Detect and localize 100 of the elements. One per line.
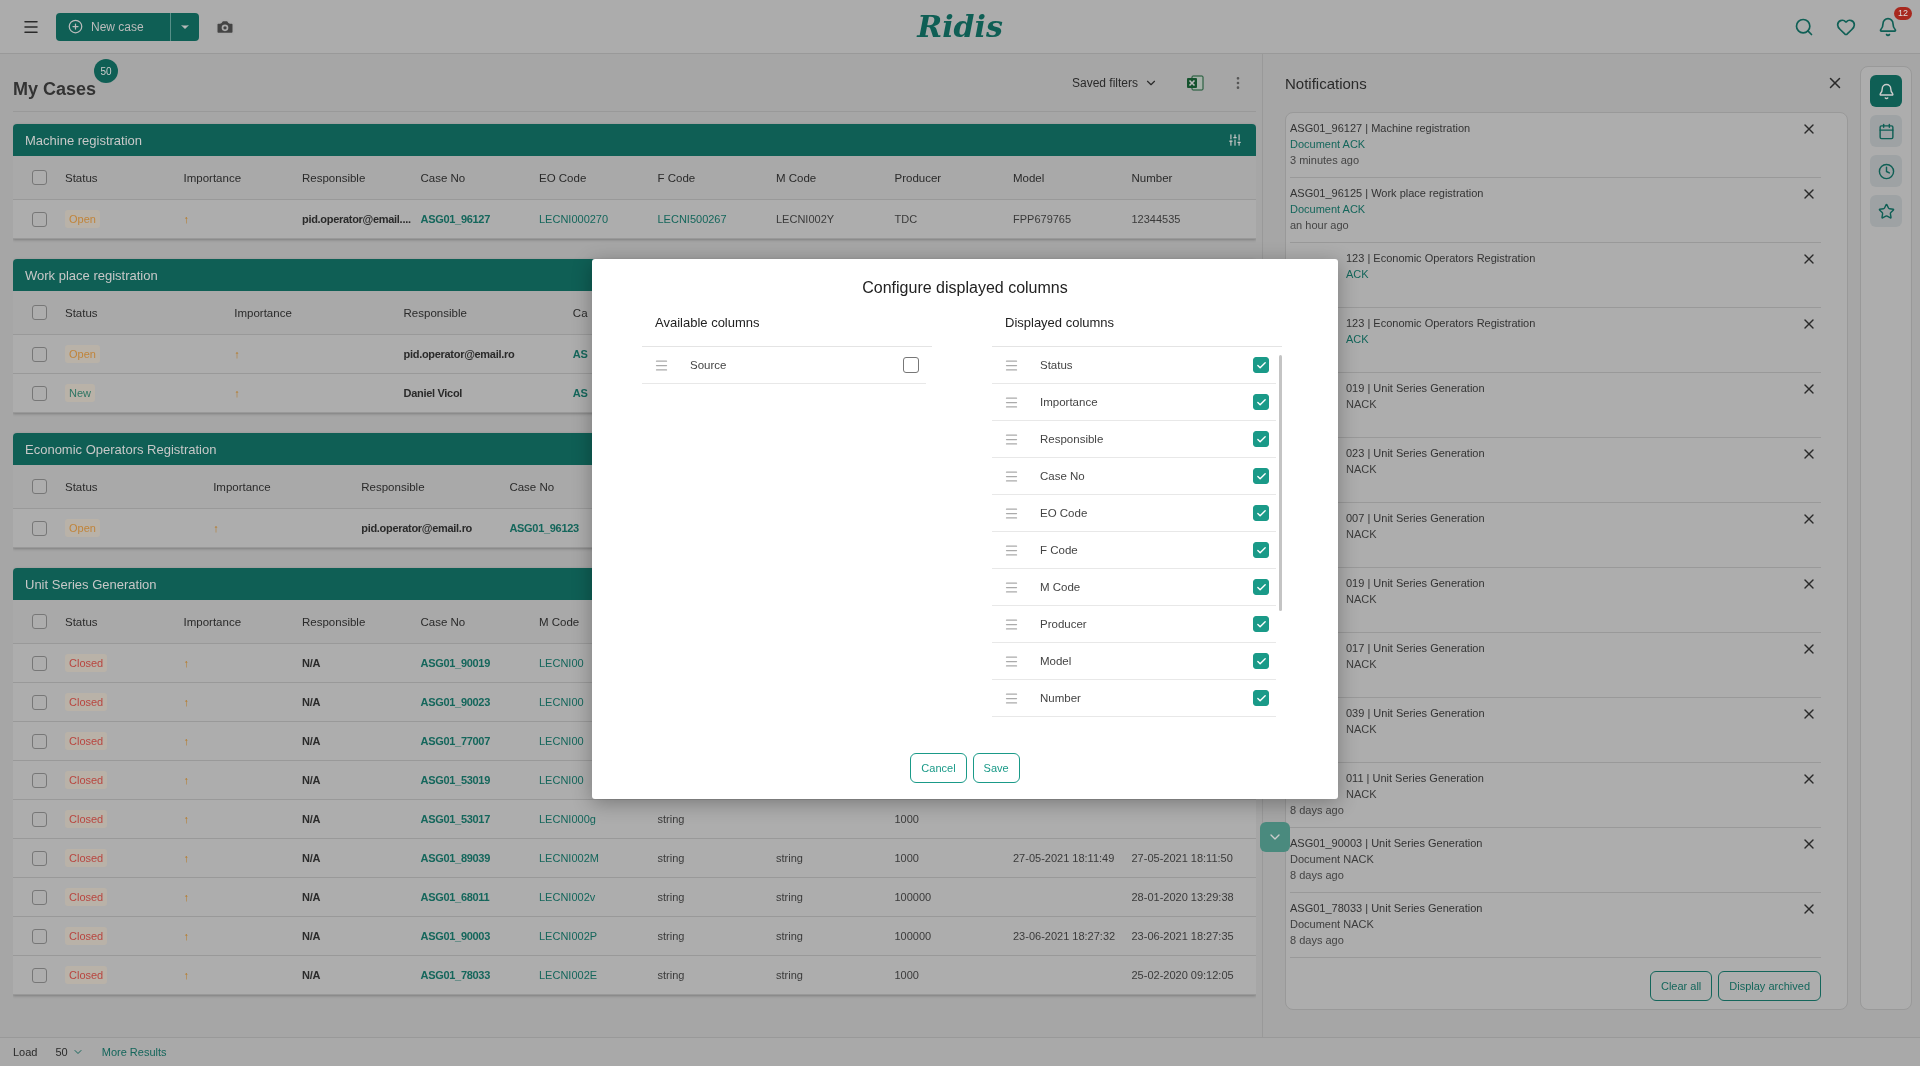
column-header[interactable]: Importance <box>183 171 242 184</box>
column-header[interactable]: Status <box>65 306 98 319</box>
save-button[interactable]: Save <box>972 753 1020 783</box>
drag-handle-icon[interactable] <box>654 357 669 373</box>
notification-title[interactable]: ASG01_78033 | Unit Series Generation <box>1290 901 1483 915</box>
column-header[interactable]: Ca <box>572 306 588 319</box>
checkbox[interactable] <box>1253 505 1269 521</box>
checkbox[interactable] <box>31 479 47 494</box>
saved-filters-dropdown[interactable]: Saved filters <box>1065 74 1164 91</box>
checkbox[interactable] <box>31 967 47 983</box>
checkbox[interactable] <box>31 811 47 827</box>
checkbox[interactable] <box>31 655 47 671</box>
calendar-icon[interactable] <box>1870 115 1902 147</box>
notification-title[interactable]: 023 | Unit Series Generation <box>1346 446 1485 460</box>
case-link[interactable]: AS <box>572 387 588 399</box>
new-case-button[interactable]: New case <box>56 12 199 41</box>
column-header[interactable]: M Code <box>776 171 817 184</box>
drag-handle-icon[interactable] <box>1004 579 1019 595</box>
notification-title[interactable]: 017 | Unit Series Generation <box>1346 641 1485 655</box>
checkbox[interactable] <box>31 305 47 320</box>
load-count-dropdown[interactable]: 50 <box>49 1045 90 1059</box>
spreadsheet-icon[interactable] <box>1186 73 1204 92</box>
column-header[interactable]: EO Code <box>539 171 587 184</box>
scroll-down-button[interactable] <box>1260 822 1290 852</box>
checkbox[interactable] <box>1253 579 1269 595</box>
more-results-link[interactable]: More Results <box>101 1046 167 1058</box>
notification-title[interactable]: 123 | Economic Operators Registration <box>1346 316 1536 330</box>
checkbox[interactable] <box>31 385 47 401</box>
checkbox[interactable] <box>1253 542 1269 558</box>
notification-title[interactable]: 019 | Unit Series Generation <box>1346 381 1485 395</box>
checkbox[interactable] <box>1253 431 1269 447</box>
column-header[interactable]: Responsible <box>302 171 366 184</box>
checkbox[interactable] <box>903 357 919 373</box>
drag-handle-icon[interactable] <box>1004 431 1019 447</box>
case-link[interactable]: ASG01_78033 <box>420 969 490 981</box>
checkbox[interactable] <box>31 733 47 749</box>
checkbox[interactable] <box>1253 653 1269 669</box>
checkbox[interactable] <box>31 520 47 536</box>
case-link[interactable]: ASG01_53019 <box>420 774 490 786</box>
panel-button[interactable]: Clear all <box>1649 971 1713 1001</box>
scrollbar[interactable] <box>1279 355 1282 611</box>
checkbox[interactable] <box>1253 468 1269 484</box>
case-link[interactable]: ASG01_90003 <box>420 930 490 942</box>
column-header[interactable]: Status <box>65 480 98 493</box>
notification-title[interactable]: 039 | Unit Series Generation <box>1346 706 1485 720</box>
drag-handle-icon[interactable] <box>1004 653 1019 669</box>
checkbox[interactable] <box>31 850 47 866</box>
drag-handle-icon[interactable] <box>1004 542 1019 558</box>
column-header[interactable]: Responsible <box>403 306 467 319</box>
drag-handle-icon[interactable] <box>1004 468 1019 484</box>
bell-icon[interactable] <box>1870 75 1902 107</box>
checkbox[interactable] <box>31 346 47 362</box>
checkbox[interactable] <box>1253 394 1269 410</box>
column-header[interactable]: F Code <box>657 171 696 184</box>
notification-title[interactable]: 007 | Unit Series Generation <box>1346 511 1485 525</box>
checkbox[interactable] <box>31 170 47 185</box>
checkbox[interactable] <box>31 772 47 788</box>
panel-button[interactable]: Display archived <box>1718 971 1821 1001</box>
column-header[interactable]: Case No <box>509 480 555 493</box>
case-link[interactable]: ASG01_53017 <box>420 813 490 825</box>
checkbox[interactable] <box>31 211 47 227</box>
column-header[interactable]: Status <box>65 171 98 184</box>
notification-title[interactable]: 123 | Economic Operators Registration <box>1346 251 1536 265</box>
checkbox[interactable] <box>31 614 47 629</box>
drag-handle-icon[interactable] <box>1004 616 1019 632</box>
case-link[interactable]: ASG01_96123 <box>509 522 579 534</box>
notification-title[interactable]: ASG01_90003 | Unit Series Generation <box>1290 836 1483 850</box>
column-header[interactable]: Importance <box>213 480 271 493</box>
drag-handle-icon[interactable] <box>1004 690 1019 706</box>
drag-handle-icon[interactable] <box>1004 505 1019 521</box>
clock-icon[interactable] <box>1870 155 1902 187</box>
cancel-button[interactable]: Cancel <box>910 753 967 783</box>
case-link[interactable]: AS <box>572 348 588 360</box>
notification-title[interactable]: 019 | Unit Series Generation <box>1346 576 1485 590</box>
column-header[interactable]: Case No <box>420 171 466 184</box>
column-header[interactable]: Importance <box>183 615 242 628</box>
case-link[interactable]: ASG01_96127 <box>420 213 490 225</box>
case-link[interactable]: ASG01_89039 <box>420 852 490 864</box>
drag-handle-icon[interactable] <box>1004 394 1019 410</box>
column-header[interactable]: Model <box>1013 171 1045 184</box>
checkbox[interactable] <box>1253 357 1269 373</box>
case-link[interactable]: ASG01_77007 <box>420 735 490 747</box>
column-header[interactable]: Importance <box>234 306 292 319</box>
drag-handle-icon[interactable] <box>1004 357 1019 373</box>
column-header[interactable]: Status <box>65 615 98 628</box>
case-link[interactable]: ASG01_90019 <box>420 657 490 669</box>
checkbox[interactable] <box>1253 616 1269 632</box>
checkbox[interactable] <box>31 889 47 905</box>
checkbox[interactable] <box>31 928 47 944</box>
column-header[interactable]: Producer <box>894 171 942 184</box>
column-header[interactable]: Case No <box>420 615 466 628</box>
checkbox[interactable] <box>31 694 47 710</box>
notification-title[interactable]: ASG01_96125 | Work place registration <box>1290 186 1484 200</box>
notification-title[interactable]: 011 | Unit Series Generation <box>1346 771 1484 785</box>
column-header[interactable]: Number <box>1131 171 1173 184</box>
checkbox[interactable] <box>1253 690 1269 706</box>
column-header[interactable]: Responsible <box>361 480 425 493</box>
notification-title[interactable]: ASG01_96127 | Machine registration <box>1290 121 1471 135</box>
case-link[interactable]: ASG01_90023 <box>420 696 490 708</box>
case-link[interactable]: ASG01_68011 <box>420 891 490 903</box>
